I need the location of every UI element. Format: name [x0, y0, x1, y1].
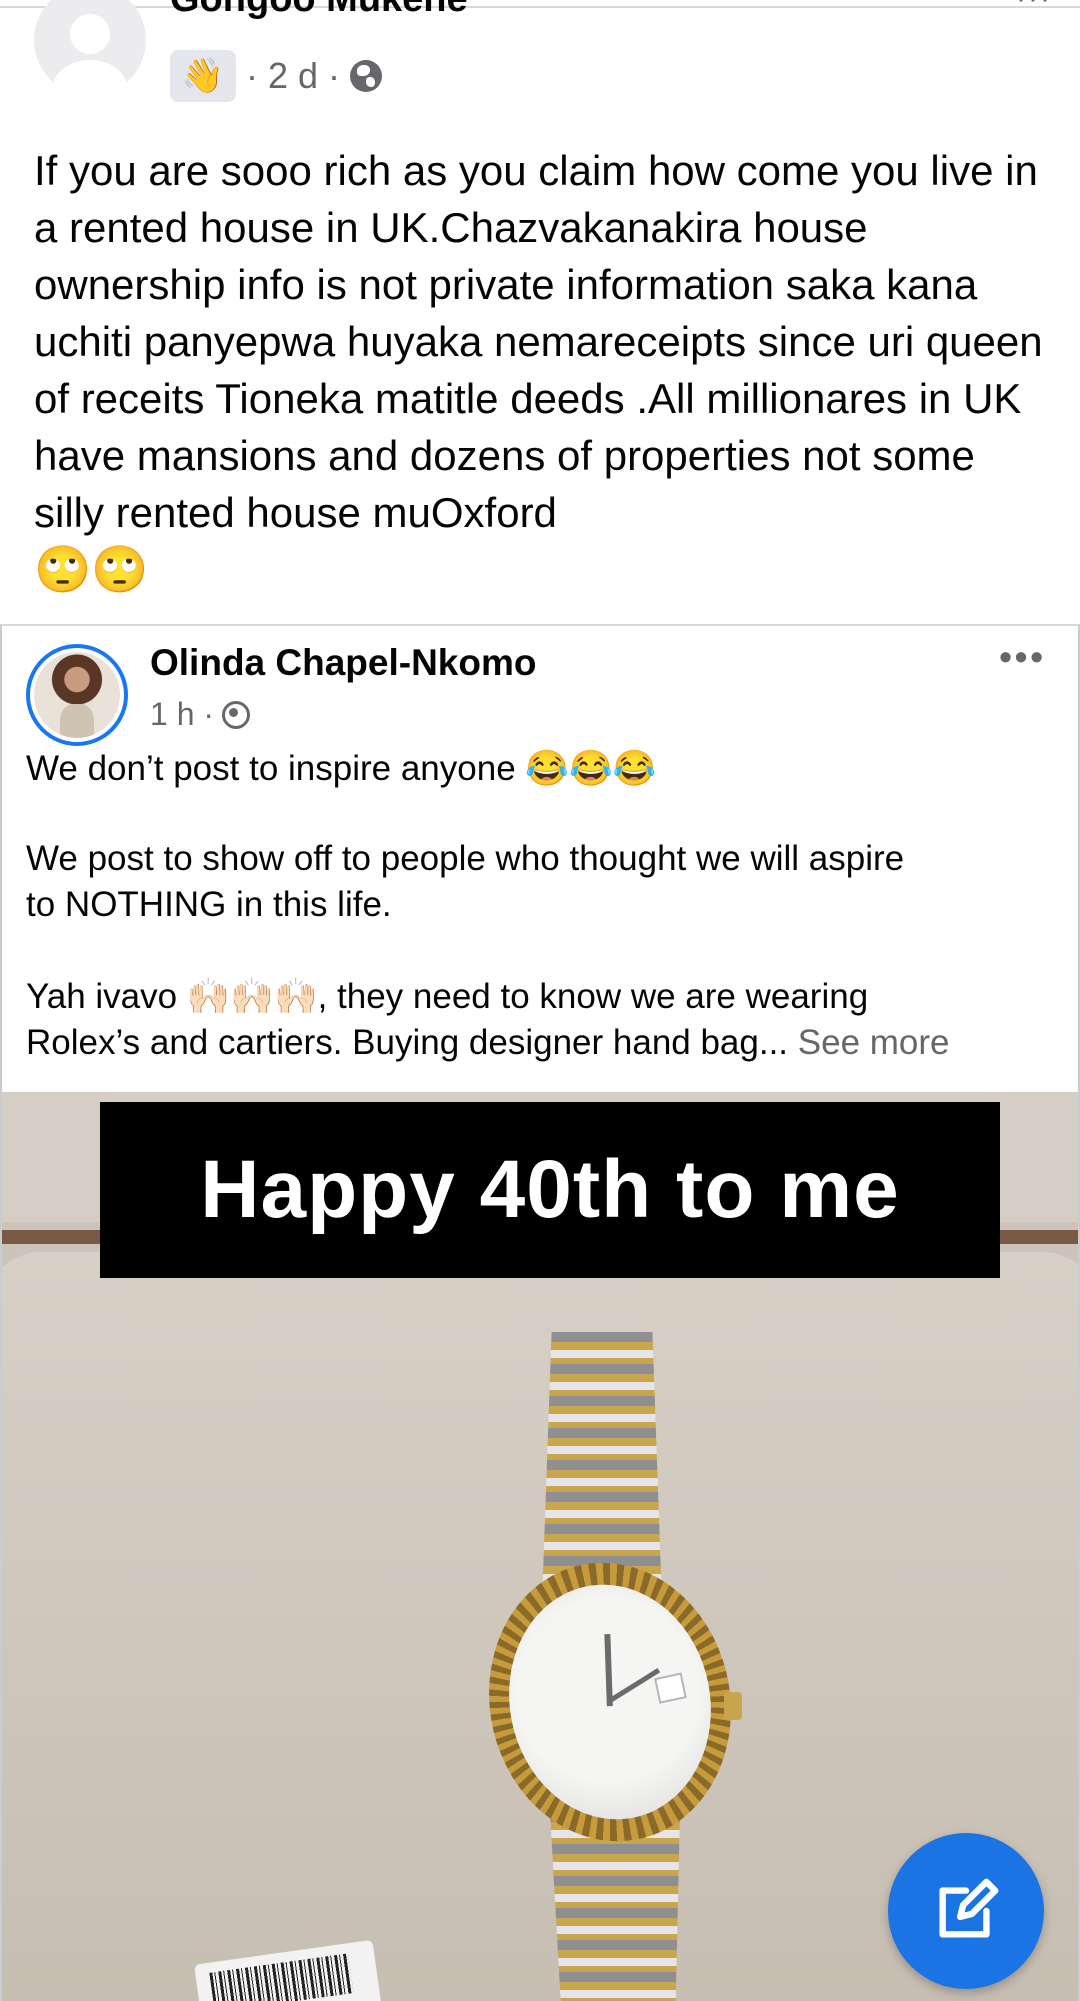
- more-options-icon[interactable]: •••: [999, 636, 1046, 678]
- post-text-line: to NOTHING in this life.: [26, 885, 392, 924]
- watch-crown: [724, 1692, 742, 1720]
- shared-author-name[interactable]: Olinda Chapel-Nkomo: [150, 642, 536, 684]
- see-more-link[interactable]: See more: [798, 1023, 950, 1062]
- comment-emoji: 🙄🙄: [34, 543, 149, 595]
- post-text-line: We post to show off to people who though…: [26, 839, 905, 878]
- photo-banner: Happy 40th to me: [100, 1102, 1000, 1278]
- compose-button[interactable]: [888, 1833, 1044, 1989]
- post-text-line: We don’t post to inspire anyone 😂😂😂: [26, 749, 657, 788]
- post-text-line: Yah ivavo 🙌🏻🙌🏻🙌🏻, they need to know we a…: [26, 977, 869, 1016]
- more-options-icon[interactable]: ···: [1016, 0, 1052, 16]
- watch-strap-top: [542, 1332, 662, 1602]
- watch-minute-hand: [606, 1668, 661, 1705]
- shared-post[interactable]: Olinda Chapel-Nkomo ••• 1 h · We don’t p…: [0, 624, 1080, 2001]
- barcode-icon: [209, 1953, 354, 2001]
- globe-icon: [222, 700, 251, 729]
- badge-glyph: 👋: [181, 57, 225, 95]
- avatar-photo: [34, 652, 120, 738]
- default-avatar-head: [70, 14, 110, 54]
- post-text-truncated: Rolex’s and cartiers. Buying designer ha…: [26, 1023, 789, 1062]
- comment-meta: 👋 · 2 d ·: [170, 50, 383, 102]
- globe-icon: [350, 60, 383, 92]
- compose-icon: [939, 1878, 999, 1938]
- shared-post-meta: 1 h ·: [150, 696, 251, 733]
- waving-hand-icon[interactable]: 👋: [170, 50, 236, 102]
- commenter-name[interactable]: Gongoo Mukene: [170, 0, 468, 21]
- post-text-line-last: Rolex’s and cartiers. Buying designer ha…: [26, 1020, 950, 1066]
- top-divider: [0, 6, 1080, 8]
- commenter-avatar[interactable]: [34, 0, 146, 96]
- shared-post-time: 1 h ·: [150, 696, 215, 732]
- watch-date-window: [654, 1672, 687, 1704]
- comment-body: If you are sooo rich as you claim how co…: [34, 147, 1043, 536]
- comment-timestamp: · 2 d ·: [246, 55, 341, 96]
- photo-banner-text: Happy 40th to me: [200, 1144, 900, 1235]
- shared-author-avatar[interactable]: [26, 644, 128, 746]
- default-avatar-body: [52, 60, 128, 96]
